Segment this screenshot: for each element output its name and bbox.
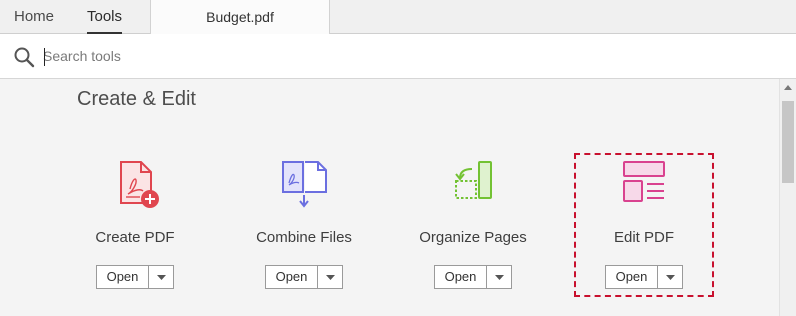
scroll-up-icon[interactable] [784,85,792,90]
open-dropdown-button[interactable] [487,266,511,288]
open-button[interactable]: Open [435,266,487,288]
create-pdf-icon[interactable] [108,159,162,209]
tool-label: Organize Pages [419,229,527,246]
open-dropdown-button[interactable] [318,266,342,288]
search-bar [0,34,796,79]
open-button-group: Open [434,265,512,289]
organize-pages-icon[interactable] [446,159,500,209]
tab-tools[interactable]: Tools [87,0,123,34]
open-dropdown-button[interactable] [149,266,173,288]
scrollbar-thumb[interactable] [782,101,794,183]
tool-combine-files: Combine Files Open [219,159,389,299]
open-button[interactable]: Open [266,266,318,288]
chevron-down-icon [325,274,335,280]
tool-label: Combine Files [256,229,352,246]
chevron-down-icon [494,274,504,280]
tab-document[interactable]: Budget.pdf [150,0,330,34]
open-button-group: Open [96,265,174,289]
tab-home[interactable]: Home [14,0,54,34]
edit-pdf-highlight [574,153,714,297]
tab-bar: Home Tools Budget.pdf [0,0,796,34]
combine-files-icon[interactable] [277,159,331,209]
tool-create-pdf: Create PDF Open [50,159,220,299]
search-input[interactable] [43,43,643,69]
open-button-group: Open [265,265,343,289]
open-button[interactable]: Open [97,266,149,288]
vertical-scrollbar[interactable] [779,79,796,316]
search-icon[interactable] [12,45,36,69]
text-cursor [44,48,45,66]
tool-organize-pages: Organize Pages Open [388,159,558,299]
tool-label: Create PDF [95,229,175,246]
section-title: Create & Edit [77,88,196,110]
chevron-down-icon [156,274,166,280]
